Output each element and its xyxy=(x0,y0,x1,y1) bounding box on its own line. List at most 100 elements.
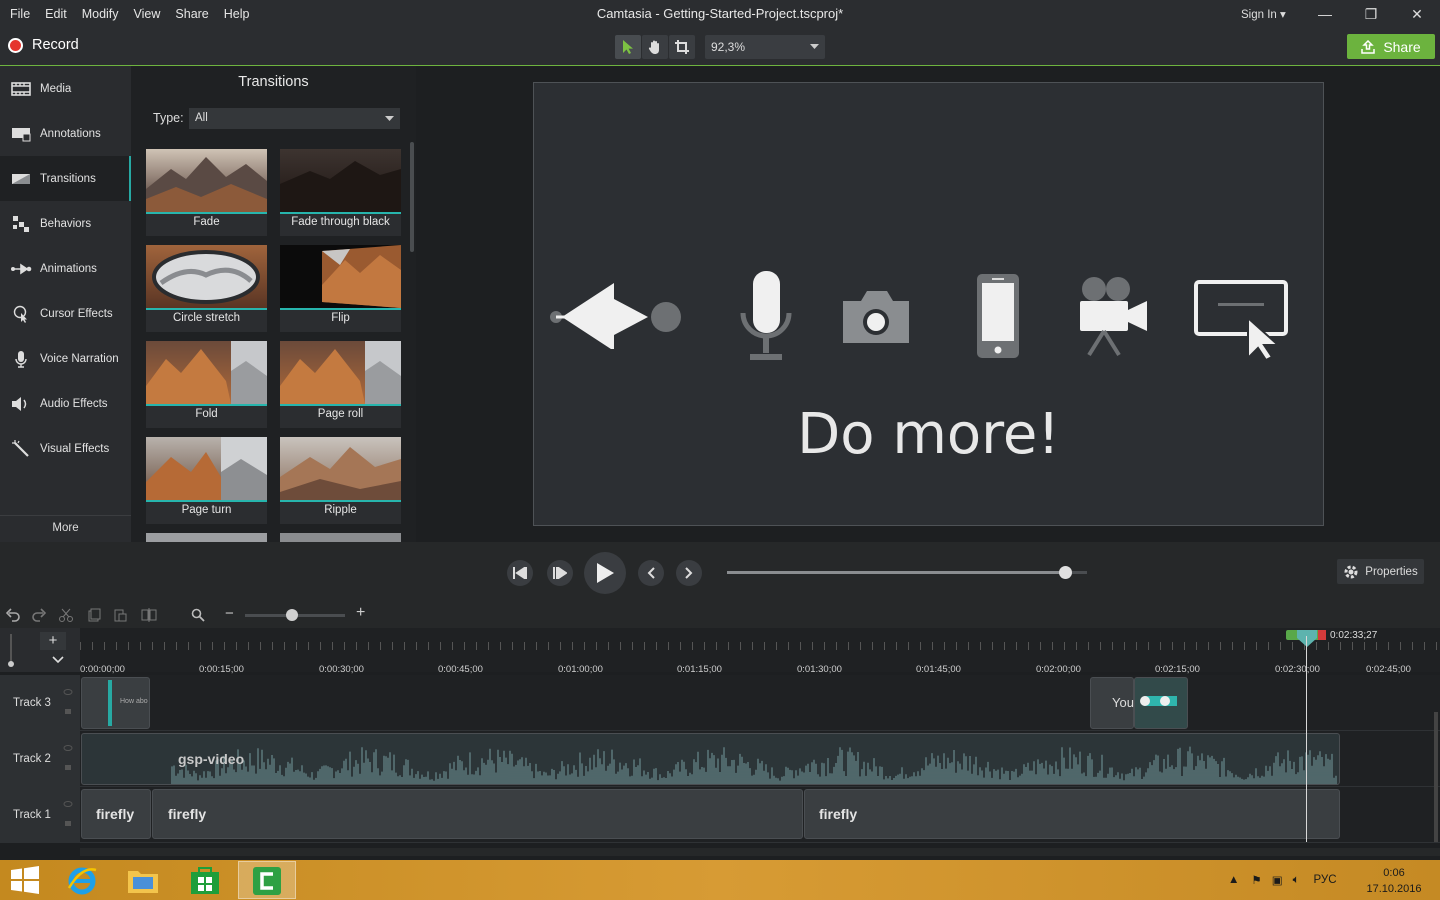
sign-in-button[interactable]: Sign In ▾ xyxy=(1241,7,1286,21)
minimize-button[interactable]: — xyxy=(1302,0,1348,28)
clip-title: gsp-video xyxy=(178,751,245,767)
tray-up-arrow-icon[interactable]: ▲ xyxy=(1228,874,1239,886)
clip-callout[interactable]: How abo xyxy=(81,677,150,729)
volume-icon[interactable]: 🔈︎ xyxy=(1293,874,1300,887)
timeline-ruler[interactable] xyxy=(80,628,1440,672)
transition-fold[interactable]: Fold xyxy=(146,341,267,428)
tick-label: 0:01:00;00 xyxy=(558,664,603,675)
network-icon[interactable]: ▣ xyxy=(1272,873,1283,887)
pointer-icon xyxy=(623,40,633,54)
language-indicator[interactable]: РУС xyxy=(1313,874,1336,886)
sidebar-item-annotations[interactable]: Annotations xyxy=(0,111,131,156)
zoom-in-button[interactable]: + xyxy=(356,604,365,622)
eye-lock-icon[interactable] xyxy=(63,688,73,718)
select-tool-button[interactable] xyxy=(615,35,641,59)
panel-scrollbar[interactable] xyxy=(410,142,414,252)
transition-flip[interactable]: Flip xyxy=(280,245,401,332)
pan-tool-button[interactable] xyxy=(642,35,668,59)
transition-ripple[interactable]: Ripple xyxy=(280,437,401,524)
playhead-handle[interactable] xyxy=(1296,630,1318,648)
split-icon[interactable] xyxy=(141,608,157,622)
sidebar-item-behaviors[interactable]: Behaviors xyxy=(0,201,131,246)
crop-tool-button[interactable] xyxy=(669,35,695,59)
timeline-toolbar xyxy=(0,602,1440,628)
restore-button[interactable]: ❐ xyxy=(1348,0,1394,28)
transition-label: Fold xyxy=(195,408,218,420)
microphone-icon xyxy=(740,271,792,360)
file-explorer-icon[interactable] xyxy=(126,865,160,895)
transition-label: Fade xyxy=(193,216,220,228)
sidebar-item-voice-narration[interactable]: Voice Narration xyxy=(0,336,131,381)
step-back-button[interactable] xyxy=(507,560,533,586)
transition-page-roll[interactable]: Page roll xyxy=(280,341,401,428)
microphone-icon xyxy=(10,350,32,368)
upload-icon xyxy=(1361,39,1376,54)
transition-thumbnail-partial xyxy=(146,533,267,542)
taskbar-clock[interactable]: 0:06 17.10.2016 xyxy=(1364,865,1424,897)
transition-page-turn[interactable]: Page turn xyxy=(146,437,267,524)
eye-lock-icon[interactable] xyxy=(63,744,73,774)
eye-lock-icon[interactable] xyxy=(63,800,73,830)
timeline-zoom-handle[interactable] xyxy=(286,609,298,621)
flag-icon[interactable]: ⚑ xyxy=(1251,873,1261,887)
film-icon xyxy=(10,80,32,98)
chevron-left-icon xyxy=(647,567,655,579)
clip-text[interactable]: You xyxy=(1090,677,1134,729)
redo-icon[interactable] xyxy=(32,608,46,622)
transition-label: Circle stretch xyxy=(172,312,241,324)
crop-icon xyxy=(675,40,689,54)
chevron-down-icon[interactable] xyxy=(52,656,64,664)
sidebar-item-transitions[interactable]: Transitions xyxy=(0,156,131,201)
track-height-slider[interactable] xyxy=(6,632,28,668)
properties-button[interactable]: Properties xyxy=(1337,559,1424,584)
record-button[interactable]: Record xyxy=(8,37,79,53)
previous-marker-button[interactable] xyxy=(638,560,664,586)
internet-explorer-icon[interactable] xyxy=(66,864,98,896)
tick-label: 0:00:15;00 xyxy=(199,664,244,675)
zoom-search-icon[interactable] xyxy=(191,608,205,622)
clip-firefly-1[interactable]: firefly xyxy=(81,789,151,839)
clip-firefly-2[interactable]: firefly xyxy=(152,789,803,839)
type-value: All xyxy=(195,112,208,124)
next-marker-button[interactable] xyxy=(676,560,702,586)
windows-start-icon[interactable] xyxy=(10,866,40,894)
step-forward-icon xyxy=(553,567,567,579)
cut-icon[interactable] xyxy=(59,608,73,622)
clip-gsp-video[interactable]: gsp-video xyxy=(81,733,1340,785)
sidebar-item-animations[interactable]: Animations xyxy=(0,246,131,291)
transition-icon xyxy=(10,170,32,188)
chevron-down-icon xyxy=(810,44,819,49)
play-button[interactable] xyxy=(584,552,626,594)
ruler-ticks xyxy=(80,642,1440,650)
transition-thumbnail xyxy=(280,341,401,404)
tick-label: 0:02:30;00 xyxy=(1275,664,1320,675)
sidebar-item-media[interactable]: Media xyxy=(0,66,131,111)
zoom-select[interactable]: 92,3% xyxy=(705,35,825,59)
transition-fade-through-black[interactable]: Fade through black xyxy=(280,149,401,236)
clock-time: 0:06 xyxy=(1383,867,1405,879)
add-track-button[interactable]: + xyxy=(40,632,66,650)
sidebar-item-cursor-effects[interactable]: Cursor Effects xyxy=(0,291,131,336)
tick-label: 0:02:45;00 xyxy=(1366,664,1411,675)
transition-circle-stretch[interactable]: Circle stretch xyxy=(146,245,267,332)
timeline-scrollbar[interactable] xyxy=(80,848,1440,856)
timeline-vscroll[interactable] xyxy=(1434,712,1438,842)
clip-animation[interactable] xyxy=(1134,677,1188,729)
more-button[interactable]: More xyxy=(0,515,131,542)
store-icon[interactable] xyxy=(189,864,221,896)
playhead-time: 0:02:33;27 xyxy=(1330,630,1378,641)
type-select[interactable]: All xyxy=(189,108,400,129)
step-forward-button[interactable] xyxy=(547,560,573,586)
taskbar-camtasia-active[interactable] xyxy=(238,861,296,899)
share-button[interactable]: Share xyxy=(1347,34,1435,59)
paste-icon[interactable] xyxy=(113,608,127,622)
selection-out-marker[interactable] xyxy=(1318,630,1326,640)
sidebar-item-audio-effects[interactable]: Audio Effects xyxy=(0,381,131,426)
copy-icon[interactable] xyxy=(87,608,101,622)
clip-firefly-3[interactable]: firefly xyxy=(804,789,1340,839)
close-button[interactable]: ✕ xyxy=(1394,0,1440,28)
sidebar-item-visual-effects[interactable]: Visual Effects xyxy=(0,426,131,471)
transition-fade[interactable]: Fade xyxy=(146,149,267,236)
undo-icon[interactable] xyxy=(6,608,20,622)
zoom-out-button[interactable]: − xyxy=(225,605,234,622)
